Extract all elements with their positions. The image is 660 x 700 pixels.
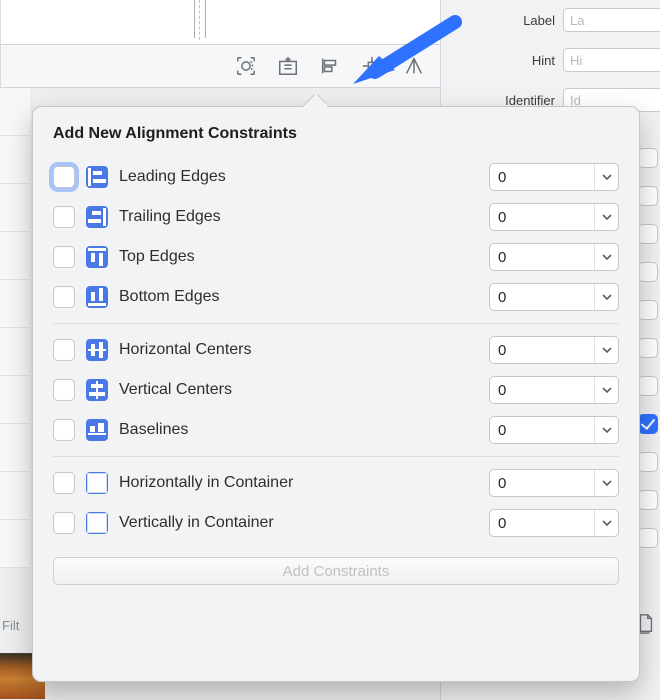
embed-in-button[interactable] — [274, 52, 302, 80]
inspector-checkbox-checked[interactable] — [638, 414, 658, 434]
constraint-label-hcontainer: Horizontally in Container — [119, 474, 479, 492]
add-constraints-label: Add Constraints — [283, 563, 390, 580]
constraint-checkbox-trailing[interactable] — [53, 206, 75, 228]
constraint-label-vcenters: Vertical Centers — [119, 381, 479, 399]
constraint-value-text: 0 — [490, 249, 594, 266]
inspector-checkbox[interactable] — [638, 338, 658, 358]
inspector-checkbox[interactable] — [638, 452, 658, 472]
resolve-issues-button[interactable] — [400, 52, 428, 80]
chevron-down-icon — [594, 204, 618, 230]
divider — [53, 323, 619, 324]
pin-constraints-button[interactable] — [358, 52, 386, 80]
constraint-label-leading: Leading Edges — [119, 168, 479, 186]
constraint-checkbox-hcenters[interactable] — [53, 339, 75, 361]
constraint-label-vcontainer: Vertically in Container — [119, 514, 479, 532]
constraint-value-text: 0 — [490, 209, 594, 226]
constraint-row-hcenters: Horizontal Centers 0 — [53, 330, 619, 370]
constraint-checkbox-baselines[interactable] — [53, 419, 75, 441]
inspector-checkbox-stack — [638, 140, 658, 556]
constraint-value-baselines[interactable]: 0 — [489, 416, 619, 444]
constraint-checkbox-vcontainer[interactable] — [53, 512, 75, 534]
constraint-value-text: 0 — [490, 422, 594, 439]
inspector-checkbox[interactable] — [638, 528, 658, 548]
align-hcenters-icon — [85, 338, 109, 362]
constraint-value-top[interactable]: 0 — [489, 243, 619, 271]
add-constraints-button[interactable]: Add Constraints — [53, 557, 619, 585]
constraint-row-vcenters: Vertical Centers 0 — [53, 370, 619, 410]
constraint-label-hcenters: Horizontal Centers — [119, 341, 479, 359]
constraint-row-leading: Leading Edges 0 — [53, 157, 619, 197]
chevron-down-icon — [594, 337, 618, 363]
canvas-area — [0, 0, 440, 44]
constraint-row-bottom: Bottom Edges 0 — [53, 277, 619, 317]
constraint-value-text: 0 — [490, 169, 594, 186]
constraint-row-trailing: Trailing Edges 0 — [53, 197, 619, 237]
inspector-hint-label: Hint — [449, 53, 555, 68]
constraint-row-hcontainer: Horizontally in Container 0 — [53, 463, 619, 503]
constraint-value-vcontainer[interactable]: 0 — [489, 509, 619, 537]
inspector-checkbox[interactable] — [638, 186, 658, 206]
align-constraints-button[interactable] — [316, 52, 344, 80]
constraint-checkbox-bottom[interactable] — [53, 286, 75, 308]
chevron-down-icon — [594, 284, 618, 310]
filter-label: Filt — [2, 618, 19, 633]
constraint-value-text: 0 — [490, 342, 594, 359]
chevron-down-icon — [594, 470, 618, 496]
inspector-checkbox[interactable] — [638, 224, 658, 244]
align-trailing-icon — [85, 205, 109, 229]
inspector-label-field[interactable]: La — [563, 8, 660, 32]
constraint-row-baselines: Baselines 0 — [53, 410, 619, 450]
align-baselines-icon — [85, 418, 109, 442]
chevron-down-icon — [594, 164, 618, 190]
constraint-checkbox-hcontainer[interactable] — [53, 472, 75, 494]
inspector-label-label: Label — [449, 13, 555, 28]
constraint-value-text: 0 — [490, 475, 594, 492]
inspector-checkbox[interactable] — [638, 376, 658, 396]
constraint-checkbox-top[interactable] — [53, 246, 75, 268]
constraint-label-baselines: Baselines — [119, 421, 479, 439]
chevron-down-icon — [594, 417, 618, 443]
constraint-row-vcontainer: Vertically in Container 0 — [53, 503, 619, 543]
inspector-checkbox[interactable] — [638, 262, 658, 282]
align-bottom-icon — [85, 285, 109, 309]
constraint-label-bottom: Bottom Edges — [119, 288, 479, 306]
align-hcontainer-icon — [85, 471, 109, 495]
align-leading-icon — [85, 165, 109, 189]
guide-line — [199, 0, 201, 40]
constraint-label-top: Top Edges — [119, 248, 479, 266]
constraint-value-leading[interactable]: 0 — [489, 163, 619, 191]
constraint-checkbox-leading[interactable] — [53, 166, 75, 188]
alignment-popover: Add New Alignment Constraints Leading Ed… — [32, 106, 640, 682]
align-vcenters-icon — [85, 378, 109, 402]
autolayout-toolbar — [0, 44, 440, 88]
chevron-down-icon — [594, 244, 618, 270]
align-top-icon — [85, 245, 109, 269]
divider — [53, 456, 619, 457]
inspector-hint-field[interactable]: Hi — [563, 48, 660, 72]
constraint-value-text: 0 — [490, 382, 594, 399]
align-vcontainer-icon — [85, 511, 109, 535]
constraint-value-hcenters[interactable]: 0 — [489, 336, 619, 364]
chevron-down-icon — [594, 377, 618, 403]
constraint-value-vcenters[interactable]: 0 — [489, 376, 619, 404]
constraint-value-text: 0 — [490, 289, 594, 306]
update-frames-button[interactable] — [232, 52, 260, 80]
popover-caret — [303, 95, 327, 107]
popover-title: Add New Alignment Constraints — [53, 125, 619, 143]
constraint-value-hcontainer[interactable]: 0 — [489, 469, 619, 497]
constraint-value-text: 0 — [490, 515, 594, 532]
background-rows: Filt — [0, 88, 30, 700]
inspector-checkbox[interactable] — [638, 148, 658, 168]
constraint-label-trailing: Trailing Edges — [119, 208, 479, 226]
chevron-down-icon — [594, 510, 618, 536]
constraint-value-trailing[interactable]: 0 — [489, 203, 619, 231]
constraint-checkbox-vcenters[interactable] — [53, 379, 75, 401]
inspector-checkbox[interactable] — [638, 490, 658, 510]
constraint-value-bottom[interactable]: 0 — [489, 283, 619, 311]
inspector-checkbox[interactable] — [638, 300, 658, 320]
constraint-row-top: Top Edges 0 — [53, 237, 619, 277]
